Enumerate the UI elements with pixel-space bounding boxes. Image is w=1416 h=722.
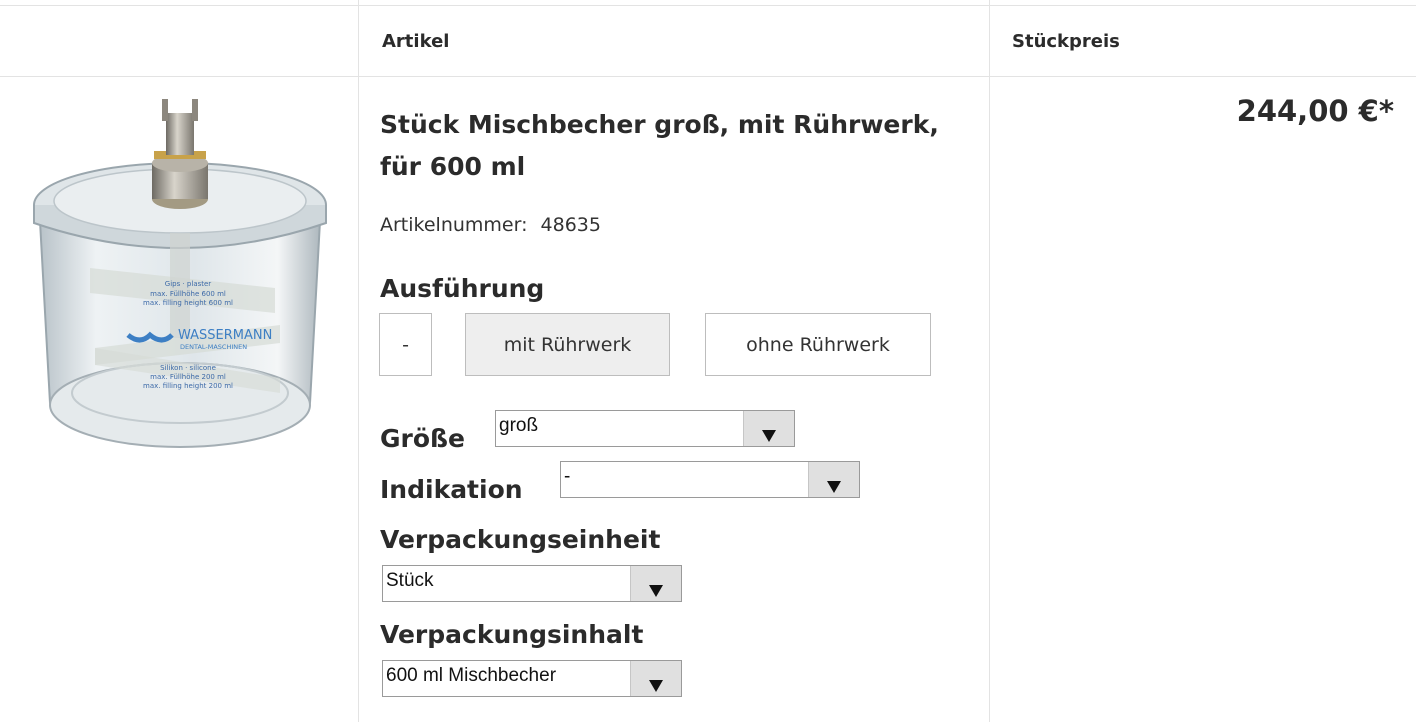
beaker-brand-subtitle: DENTAL-MASCHINEN	[180, 343, 247, 351]
chevron-down-icon[interactable]	[630, 661, 681, 696]
beaker-label-bottom-3: max. filling height 200 ml	[143, 382, 233, 390]
beaker-label-top-2: max. Füllhöhe 600 ml	[150, 290, 226, 298]
beaker-label-bottom-2: max. Füllhöhe 200 ml	[150, 373, 226, 381]
article-number-value: 48635	[540, 214, 601, 236]
article-number-row: Artikelnummer: 48635	[380, 214, 601, 236]
groesse-select-value: groß	[499, 415, 539, 436]
product-title[interactable]: Stück Mischbecher groß, mit Rührwerk, fü…	[380, 104, 940, 188]
beaker-brand-name: WASSERMANN	[178, 328, 272, 343]
verpackungsinhalt-select-value: 600 ml Mischbecher	[386, 665, 557, 686]
chevron-down-icon[interactable]	[808, 462, 859, 497]
table-top-border	[0, 5, 1416, 6]
ausfuehrung-option-ohne-ruehrwerk-button[interactable]: ohne Rührwerk	[705, 313, 931, 376]
option-verpackungseinheit-label: Verpackungseinheit	[380, 525, 661, 554]
indikation-select[interactable]: -	[560, 461, 860, 498]
verpackungseinheit-select-value: Stück	[386, 570, 434, 591]
option-indikation-label: Indikation	[380, 475, 523, 504]
column-header-article: Artikel	[382, 31, 450, 52]
beaker-label-top-1: Gips · plaster	[165, 280, 212, 288]
groesse-select[interactable]: groß	[495, 410, 795, 447]
beaker-label-bottom-1: Silikon · silicone	[160, 364, 216, 372]
chevron-down-icon[interactable]	[743, 411, 794, 446]
ausfuehrung-option-none-button[interactable]: -	[379, 313, 432, 376]
product-image[interactable]: Gips · plaster max. Füllhöhe 600 ml max.…	[20, 93, 340, 465]
column-header-unit-price: Stückpreis	[1012, 31, 1120, 52]
option-verpackungsinhalt-label: Verpackungsinhalt	[380, 620, 644, 649]
verpackungseinheit-select[interactable]: Stück	[382, 565, 682, 602]
option-ausfuehrung-label: Ausführung	[380, 274, 545, 303]
table-header-divider	[0, 76, 1416, 77]
indikation-select-value: -	[564, 466, 571, 487]
unit-price: 244,00 €*	[1236, 94, 1394, 128]
option-groesse-label: Größe	[380, 424, 465, 453]
beaker-label-top-3: max. filling height 600 ml	[143, 299, 233, 307]
mixing-beaker-icon: Gips · plaster max. Füllhöhe 600 ml max.…	[33, 99, 327, 448]
chevron-down-icon[interactable]	[630, 566, 681, 601]
ausfuehrung-option-mit-ruehrwerk-button[interactable]: mit Rührwerk	[465, 313, 670, 376]
article-number-label: Artikelnummer:	[380, 214, 528, 236]
column-divider-price	[989, 0, 990, 722]
verpackungsinhalt-select[interactable]: 600 ml Mischbecher	[382, 660, 682, 697]
column-divider-image	[358, 0, 359, 722]
